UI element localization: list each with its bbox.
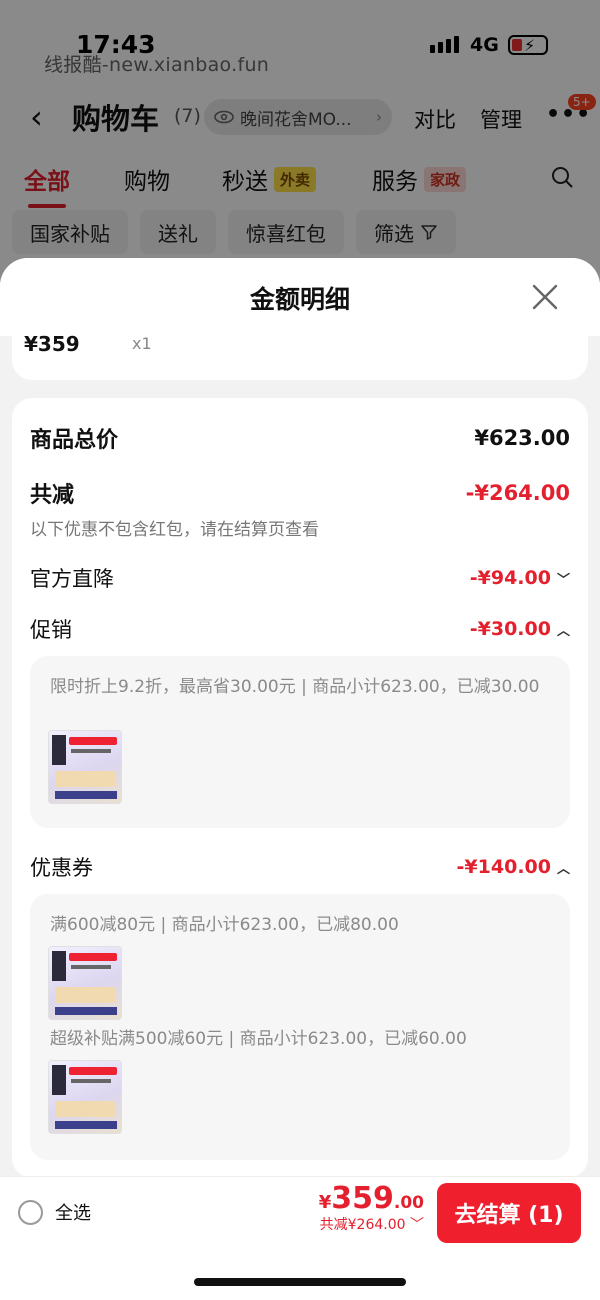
price-breakdown-card: 商品总价 ¥623.00 共减 -¥264.00 以下优惠不包含红包，请在结算页… (12, 398, 588, 1178)
coupon-row[interactable]: 优惠券 -¥140.00 ︿ (30, 852, 570, 882)
discount-note: 以下优惠不包含红包，请在结算页查看 (30, 520, 319, 540)
official-drop-value: -¥94.00 (469, 567, 551, 589)
coupon-value: -¥140.00 (456, 856, 551, 878)
total-integer: 359 (331, 1181, 394, 1216)
product-thumbnail[interactable] (48, 1060, 122, 1134)
amount-detail-sheet: 金额明细 ¥359 x1 商品总价 ¥623.00 共减 -¥264.00 以下… (0, 258, 600, 1300)
item-price: ¥359 (24, 332, 80, 356)
total-saved-link[interactable]: 共减¥264.00 ﹀ (319, 1214, 424, 1234)
goods-total-label: 商品总价 (30, 428, 119, 453)
promotion-detail-box: 限时折上9.2折，最高省30.00元 | 商品小计623.00，已减30.00 (30, 656, 570, 828)
item-card: ¥359 x1 (12, 318, 588, 380)
official-drop-amount: -¥94.00 ﹀ (470, 567, 570, 589)
checkout-button[interactable]: 去结算 (1) (437, 1183, 581, 1243)
product-thumbnail[interactable] (48, 730, 122, 804)
promotion-value: -¥30.00 (469, 618, 551, 640)
promotion-row[interactable]: 促销 -¥30.00 ︿ (30, 614, 570, 644)
promotion-amount: -¥30.00 ︿ (470, 618, 570, 640)
coupon-detail-text-2: 超级补贴满500减60元 | 商品小计623.00，已减60.00 (50, 1029, 467, 1049)
home-indicator-area (0, 1246, 600, 1300)
coupon-detail-box: 满600减80元 | 商品小计623.00，已减80.00 超级补贴满500减6… (30, 894, 570, 1160)
total-price: ¥359.00 (319, 1181, 424, 1216)
select-all-label: 全选 (55, 1203, 91, 1224)
total-currency: ¥ (318, 1192, 332, 1213)
chevron-down-icon: ﹀ (410, 1217, 424, 1233)
sheet-title: 金额明细 (249, 285, 350, 314)
checkout-bar: 全选 ¥359.00 共减¥264.00 ﹀ 去结算 (1) (0, 1176, 600, 1246)
official-drop-label: 官方直降 (30, 567, 114, 591)
total-saved-text: 共减¥264.00 (319, 1217, 406, 1233)
promotion-label: 促销 (30, 618, 72, 642)
total-reduction-row: 共减 -¥264.00 (30, 477, 570, 509)
chevron-up-icon: ︿ (556, 861, 570, 877)
goods-total-row: 商品总价 ¥623.00 (30, 422, 570, 454)
total-reduction-label: 共减 (30, 483, 75, 508)
coupon-amount: -¥140.00 ︿ (457, 856, 570, 878)
chevron-up-icon: ︿ (556, 623, 570, 639)
promotion-detail-text: 限时折上9.2折，最高省30.00元 | 商品小计623.00，已减30.00 (50, 677, 540, 697)
select-all-radio[interactable] (18, 1199, 43, 1225)
official-drop-row[interactable]: 官方直降 -¥94.00 ﹀ (30, 563, 570, 593)
chevron-down-icon: ﹀ (556, 572, 570, 588)
close-icon[interactable] (528, 280, 562, 314)
select-all-toggle[interactable]: 全选 (18, 1199, 91, 1225)
modal-overlay[interactable] (0, 0, 600, 300)
total-price-block: ¥359.00 共减¥264.00 ﹀ (319, 1181, 424, 1234)
product-thumbnail[interactable] (48, 946, 122, 1020)
home-indicator[interactable] (194, 1278, 406, 1286)
total-decimal: .00 (393, 1193, 424, 1213)
coupon-label: 优惠券 (30, 856, 93, 880)
coupon-detail-text-1: 满600减80元 | 商品小计623.00，已减80.00 (50, 915, 399, 935)
total-reduction-value: -¥264.00 (465, 481, 570, 505)
item-quantity: x1 (132, 334, 152, 353)
goods-total-value: ¥623.00 (474, 426, 570, 450)
